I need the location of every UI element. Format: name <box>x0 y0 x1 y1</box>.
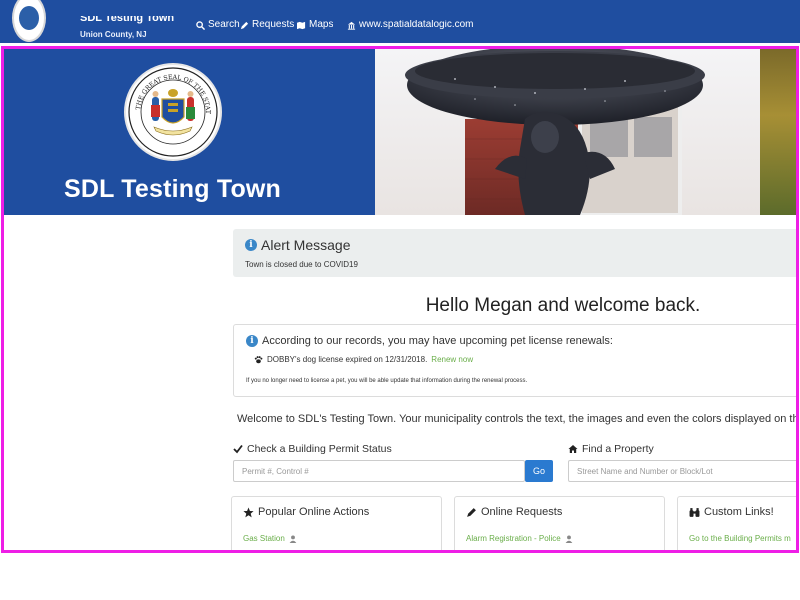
property-search-input[interactable]: Street Name and Number or Block/Lot <box>568 460 796 482</box>
pet-notice-heading: According to our records, you may have u… <box>262 335 613 347</box>
seal-graphic: THE GREAT SEAL OF THE STATE OF NEW JERSE… <box>126 65 218 157</box>
welcome-heading: Hello Megan and welcome back. <box>425 295 701 316</box>
check-icon <box>233 444 243 454</box>
alert-text: Town is closed due to COVID19 <box>245 260 358 269</box>
nav-search-label: Search <box>208 20 240 30</box>
intro-text: Welcome to SDL's Testing Town. Your muni… <box>237 413 799 425</box>
info-icon: i <box>246 335 258 347</box>
property-search-label: Find a Property <box>568 443 654 455</box>
pencil-icon <box>467 507 476 517</box>
property-search-label-text: Find a Property <box>582 443 654 455</box>
nav-maps[interactable]: Maps <box>297 20 333 30</box>
permit-number-input[interactable]: Permit #, Control # <box>233 460 525 482</box>
hero-banner: THE GREAT SEAL OF THE STATE OF NEW JERSE… <box>4 49 375 215</box>
building-permits-link[interactable]: Go to the Building Permits m <box>689 534 791 543</box>
nav-search[interactable]: Search <box>196 20 240 30</box>
paw-icon <box>254 356 263 364</box>
pencil-icon <box>240 21 249 29</box>
pet-license-item: DOBBY's dog license expired on 12/31/201… <box>254 355 473 364</box>
alert-title: Alert Message <box>261 237 351 253</box>
permit-search-label-text: Check a Building Permit Status <box>247 443 392 455</box>
star-icon <box>243 507 254 517</box>
pet-notice-note: If you no longer need to license a pet, … <box>246 378 528 384</box>
gas-station-link-label: Gas Station <box>243 534 285 543</box>
user-icon <box>289 534 297 543</box>
online-requests-title: Online Requests <box>481 506 563 518</box>
nj-state-seal: THE GREAT SEAL OF THE STATE OF NEW JERSE… <box>124 63 222 161</box>
main-content: THE GREAT SEAL OF THE STATE OF NEW JERSE… <box>1 46 799 553</box>
top-nav-bar: SDL Testing Town Union County, NJ Search… <box>0 0 800 43</box>
search-icon <box>196 20 205 30</box>
town-seal-logo[interactable] <box>12 0 46 42</box>
nav-website[interactable]: www.spatialdatalogic.com <box>347 20 474 30</box>
building-icon <box>347 21 356 30</box>
nav-requests-label: Requests <box>252 20 295 30</box>
site-title[interactable]: SDL Testing Town <box>80 16 174 24</box>
gas-station-link[interactable]: Gas Station <box>243 534 297 543</box>
info-icon: i <box>245 239 257 251</box>
building-permits-link-label: Go to the Building Permits m <box>689 534 791 543</box>
permit-search-label: Check a Building Permit Status <box>233 443 392 455</box>
binoculars-icon <box>689 507 700 517</box>
home-icon <box>568 445 578 453</box>
hero-town-title: SDL Testing Town <box>63 175 282 203</box>
nav-website-label: www.spatialdatalogic.com <box>359 20 474 30</box>
hero-tree-photo <box>760 49 796 215</box>
popular-actions-title: Popular Online Actions <box>258 506 370 518</box>
fountain-image <box>375 49 760 215</box>
alarm-registration-link[interactable]: Alarm Registration - Police <box>466 534 573 543</box>
user-icon <box>565 534 573 543</box>
county-label: Union County, NJ <box>80 30 147 39</box>
pet-license-notice: i According to our records, you may have… <box>233 324 796 397</box>
map-icon <box>297 21 306 29</box>
nav-maps-label: Maps <box>309 20 334 30</box>
renew-now-link[interactable]: Renew now <box>431 355 473 364</box>
permit-go-button[interactable]: Go <box>525 460 553 482</box>
hero-fountain-photo <box>375 49 760 215</box>
nav-requests[interactable]: Requests <box>240 20 294 30</box>
custom-links-panel: Custom Links! Go to the Building Permits… <box>677 496 796 550</box>
popular-actions-panel: Popular Online Actions Gas Station <box>231 496 442 550</box>
online-requests-panel: Online Requests Alarm Registration - Pol… <box>454 496 665 550</box>
custom-links-title: Custom Links! <box>704 506 774 518</box>
alert-message-box: i Alert Message Town is closed due to CO… <box>233 229 796 277</box>
pet-license-text: DOBBY's dog license expired on 12/31/201… <box>267 355 428 364</box>
alarm-registration-link-label: Alarm Registration - Police <box>466 534 561 543</box>
